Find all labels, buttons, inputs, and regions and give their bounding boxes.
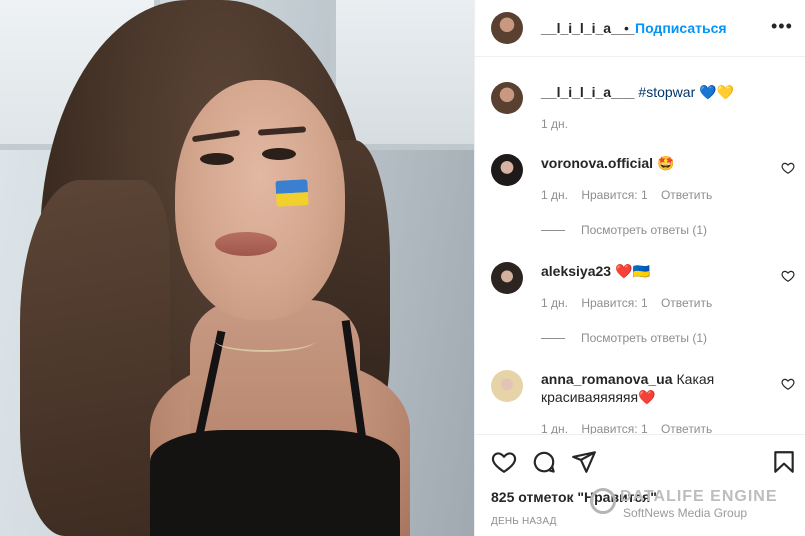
comment-likes[interactable]: Нравится: 1 [581,422,647,434]
post-photo[interactable] [0,0,474,536]
comment-username[interactable]: voronova.official [541,155,653,171]
post-header: __l_i_l_i_a___ • Подписаться ••• [475,0,805,57]
comment-avatar[interactable] [491,154,523,186]
photo-lips [215,232,277,256]
photo-eye-right [262,148,296,160]
photo-face [175,80,345,320]
comment-body: ❤️🇺🇦 [615,263,650,279]
comment-time[interactable]: 1 дн. [541,422,568,434]
comment-time[interactable]: 1 дн. [541,296,568,310]
share-icon[interactable] [571,449,597,475]
comment-like-icon[interactable] [781,161,795,175]
comment-avatar[interactable] [491,262,523,294]
comment-username[interactable]: anna_romanova_ua [541,371,673,387]
comment-body-line1: Какая [676,371,715,387]
caption-time[interactable]: 1 дн. [541,117,568,131]
comment-time[interactable]: 1 дн. [541,188,568,202]
view-replies-label[interactable]: Посмотреть ответы (1) [581,223,707,237]
replies-line [541,230,565,232]
follow-button[interactable]: Подписаться [635,20,727,36]
more-icon[interactable]: ••• [771,16,793,37]
comment-likes[interactable]: Нравится: 1 [581,296,647,310]
comment-text: aleksiya23 ❤️🇺🇦 [541,262,650,280]
datalife-logo-icon [590,488,616,514]
photo-eye-left [200,153,234,165]
caption-hashtag[interactable]: #stopwar [638,84,695,100]
caption-text: __l_i_l_i_a___ #stopwar 💙💛 [541,83,734,101]
reply-button[interactable]: Ответить [661,188,712,202]
comments-list[interactable]: __l_i_l_i_a___ #stopwar 💙💛 1 дн. voronova… [475,58,805,434]
comment-meta: 1 дн. Нравится: 1 Ответить [541,296,722,310]
replies-line [541,338,565,340]
comment-meta: 1 дн. Нравится: 1 Ответить [541,188,722,202]
comment-text: voronova.official 🤩 [541,154,674,172]
comment-avatar[interactable] [491,370,523,402]
save-icon[interactable] [771,449,797,475]
view-replies-button[interactable]: Посмотреть ответы (1) [541,223,707,237]
reply-button[interactable]: Ответить [661,422,712,434]
comment-like-icon[interactable] [781,269,795,283]
photo-top [150,430,400,536]
author-avatar[interactable] [491,12,523,44]
ukraine-flag-icon [275,179,309,207]
view-replies-label[interactable]: Посмотреть ответы (1) [581,331,707,345]
watermark: DATALIFE ENGINE SoftNews Media Group [590,486,800,526]
comment-likes[interactable]: Нравится: 1 [581,188,647,202]
comment-text: anna_romanova_ua Какая красиваяяяяяя❤️ [541,370,714,406]
post-time[interactable]: День назад [491,516,557,527]
caption-emoji: 💙💛 [699,84,734,100]
watermark-subtitle: SoftNews Media Group [623,506,748,520]
comment-username[interactable]: aleksiya23 [541,263,611,279]
photo-necklace [215,330,315,352]
heart-icon[interactable] [491,449,517,475]
watermark-title: DATALIFE ENGINE [620,488,778,505]
comment-meta: 1 дн. Нравится: 1 Ответить [541,422,722,434]
comment-body-line2: красиваяяяяяя❤️ [541,389,656,405]
reply-button[interactable]: Ответить [661,296,712,310]
comment-like-icon[interactable] [781,377,795,391]
comment-icon[interactable] [531,449,557,475]
action-bar [475,434,805,490]
caption-avatar[interactable] [491,82,523,114]
photo-hair-left [20,180,170,536]
separator-dot: • [624,20,629,36]
comment-body: 🤩 [657,155,675,171]
author-username[interactable]: __l_i_l_i_a___ [541,20,634,36]
caption-meta: 1 дн. [541,117,578,131]
caption-username[interactable]: __l_i_l_i_a___ [541,84,634,100]
view-replies-button[interactable]: Посмотреть ответы (1) [541,331,707,345]
post-side-panel: __l_i_l_i_a___ • Подписаться ••• __l_i_l… [474,0,805,536]
